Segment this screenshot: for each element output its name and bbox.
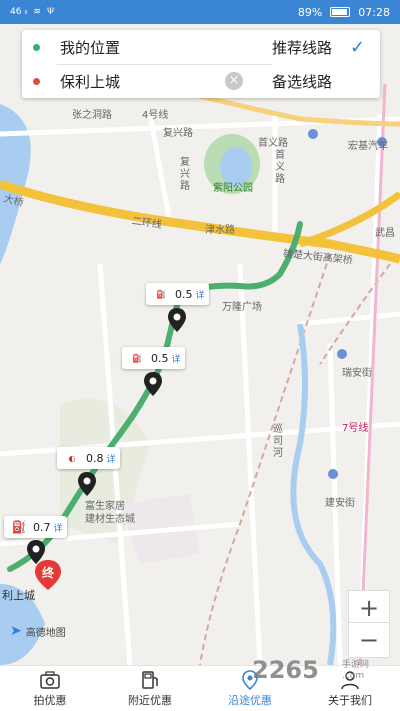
tab-label: 附近优惠 xyxy=(128,693,172,707)
tab-label: 沿途优惠 xyxy=(228,693,272,707)
map-label-line7: 7号线 xyxy=(342,423,369,434)
station-pin-icon[interactable] xyxy=(78,472,96,496)
station-detail-link[interactable]: 详 xyxy=(172,352,181,365)
map-label-shouyi-road: 首义路 xyxy=(258,138,288,149)
map-label-zhangzhidong-road: 张之洞路 xyxy=(72,110,112,121)
station-detail-link[interactable]: 详 xyxy=(107,452,116,465)
alternate-route-button[interactable]: 备选线路 xyxy=(272,71,332,92)
wifi-icon: ≋ xyxy=(33,7,41,17)
clear-icon[interactable]: × xyxy=(225,72,243,90)
sinopec-logo-icon: ⛽ xyxy=(156,289,166,299)
map-label-line4: 4号线 xyxy=(142,110,169,121)
map-label-jinshui-road: 津水路 xyxy=(205,225,235,236)
tab-photo-deals[interactable]: 拍优惠 xyxy=(0,666,100,711)
map-label-poly-city: 利上城 xyxy=(2,589,35,602)
zoom-in-button[interactable]: + xyxy=(348,590,390,626)
station-detail-link[interactable]: 详 xyxy=(196,288,205,301)
map-label-jianan-street: 建安街 xyxy=(325,498,355,509)
station-tag-2[interactable]: ⛽ 0.5 详 xyxy=(122,347,185,369)
fuel-pump-icon: ⛽ xyxy=(11,520,27,534)
map-view[interactable]: 张之洞路 4号线 复兴路 复 兴 路 首义路 首 义 路 宏基汽车 紫阳公园 武… xyxy=(0,24,400,665)
tab-label: 关于我们 xyxy=(328,693,372,707)
destination-end-marker[interactable]: 终 xyxy=(35,560,61,590)
checkmark-icon: ✓ xyxy=(350,36,366,58)
tab-label: 拍优惠 xyxy=(33,693,67,707)
origin-dot-icon xyxy=(33,43,40,51)
watermark-sub: 手游网 .com xyxy=(342,660,370,681)
battery-icon xyxy=(330,7,351,17)
fuel-pump-icon xyxy=(139,670,161,690)
destination-row[interactable]: 保利上城 × 备选线路 xyxy=(22,64,380,98)
station-distance: 0.5 xyxy=(175,287,193,301)
station-distance: 0.5 xyxy=(151,351,169,365)
signal-indicator: 46 ᵢₗ xyxy=(10,7,28,17)
zoom-out-button[interactable]: − xyxy=(348,622,390,658)
amap-logo: ➤ 高德地图 xyxy=(10,623,66,639)
battery-percent: 89% xyxy=(297,5,323,19)
origin-field[interactable]: 我的位置 xyxy=(60,37,120,58)
tab-nearby-deals[interactable]: 附近优惠 xyxy=(100,666,200,711)
destination-dot-icon xyxy=(33,77,40,85)
map-label-wanlong: 万隆广场 xyxy=(222,302,262,313)
map-label-wuchang: 武昌 xyxy=(375,228,395,239)
map-label-fuxing-road: 复兴路 xyxy=(163,128,193,139)
map-label-ruian-street: 瑞安街 xyxy=(342,368,372,379)
map-label-ziyang-park: 紫阳公园 xyxy=(213,183,253,194)
sinopec-logo-icon: ⛽ xyxy=(132,353,142,363)
station-tag-3[interactable]: ◐ 0.8 详 xyxy=(57,447,120,469)
amap-logo-text: 高德地图 xyxy=(25,627,66,639)
usb-icon: Ψ xyxy=(46,7,55,17)
cnpc-logo-icon: ◐ xyxy=(68,453,76,463)
map-label-xunsi-river: 巡 司 河 xyxy=(273,424,283,459)
station-distance: 0.8 xyxy=(86,451,104,465)
station-tag-4[interactable]: ⛽ 0.7 详 xyxy=(4,516,67,538)
end-marker-label: 终 xyxy=(41,566,54,580)
destination-field[interactable]: 保利上城 xyxy=(60,71,120,92)
station-distance: 0.7 xyxy=(33,520,51,534)
camera-icon xyxy=(39,670,61,690)
origin-row[interactable]: 我的位置 推荐线路 ✓ xyxy=(22,30,380,64)
map-label-shouyi-road-vertical: 首 义 路 xyxy=(275,150,285,185)
clock: 07:28 xyxy=(358,5,390,19)
bottom-tab-bar: 拍优惠 附近优惠 沿途优惠 关于我们 xyxy=(0,665,400,711)
map-label-fuxing-road-vertical: 复 兴 路 xyxy=(180,157,190,192)
route-search-panel: 我的位置 推荐线路 ✓ 保利上城 × 备选线路 xyxy=(22,30,380,98)
status-bar: 46 ᵢₗ ≋ Ψ 89% 07:28 xyxy=(0,0,400,24)
watermark-brand: 2265 xyxy=(252,656,319,684)
station-pin-icon[interactable] xyxy=(144,372,162,396)
recommended-route-button[interactable]: 推荐线路 xyxy=(272,37,332,58)
station-pin-icon[interactable] xyxy=(168,308,186,332)
amap-logo-icon: ➤ xyxy=(10,623,22,639)
station-tag-1[interactable]: ⛽ 0.5 详 xyxy=(146,283,209,305)
station-detail-link[interactable]: 详 xyxy=(54,521,63,534)
map-label-furu-home: 富生家居 建材生态城 xyxy=(85,501,135,525)
watermark: 2265 手游网 .com xyxy=(252,656,369,684)
map-label-hongji: 宏基汽车 xyxy=(348,141,388,152)
